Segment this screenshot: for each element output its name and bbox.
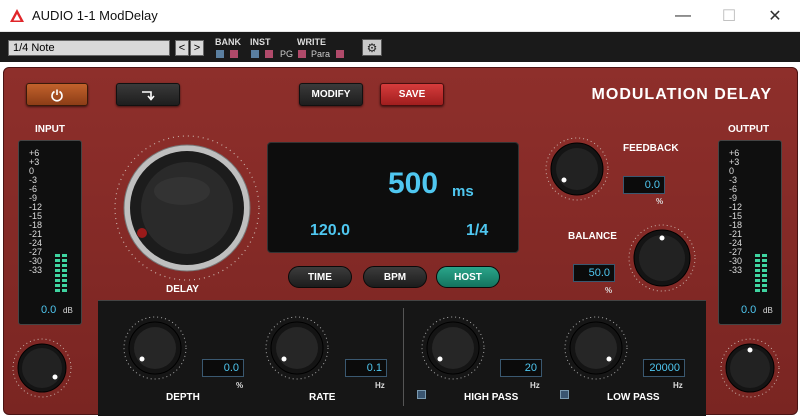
mode-host-button[interactable]: HOST [436, 266, 500, 288]
bypass-route-button[interactable] [116, 83, 180, 106]
write-toggle[interactable] [298, 50, 306, 58]
mode-bpm-button[interactable]: BPM [363, 266, 427, 288]
low-pass-value-field[interactable]: 20000 [643, 359, 685, 377]
low-pass-enable-checkbox[interactable] [560, 390, 569, 399]
output-meter-bars [755, 254, 767, 292]
inst-toggle-1[interactable] [251, 50, 259, 58]
balance-knob[interactable] [627, 223, 697, 293]
delay-time-unit: ms [452, 183, 474, 200]
bank-label: BANK [215, 37, 241, 47]
input-level-unit: dB [63, 306, 73, 315]
balance-value-field[interactable]: 50.0 [573, 264, 615, 282]
bank-toggle-2[interactable] [230, 50, 238, 58]
feedback-label: FEEDBACK [623, 143, 679, 154]
app-logo-icon [10, 9, 24, 22]
balance-label: BALANCE [568, 231, 617, 242]
settings-button[interactable]: ⚙ [362, 39, 382, 56]
high-pass-label: HIGH PASS [464, 392, 519, 403]
para-label: Para [311, 49, 331, 59]
preset-name-field[interactable]: 1/4 Note [8, 40, 170, 56]
route-arrow-icon [142, 90, 155, 101]
input-level-value: 0.0 [41, 304, 57, 316]
depth-label: DEPTH [166, 392, 200, 403]
high-pass-unit: Hz [530, 381, 540, 390]
input-label: INPUT [35, 124, 65, 135]
high-pass-value-field[interactable]: 20 [500, 359, 542, 377]
depth-knob[interactable] [122, 315, 188, 381]
gear-icon: ⚙ [366, 40, 378, 55]
note-value: 1/4 [466, 222, 489, 239]
rate-label: RATE [309, 392, 336, 403]
prev-preset-button[interactable]: < [175, 40, 189, 56]
inst-label: INST [250, 37, 271, 47]
output-meter-scale: +6 +3 0 -3 -6 -9 -12 -15 -18 -21 -24 -27 -30 -33 [729, 149, 742, 275]
delay-label: DELAY [166, 284, 199, 295]
rate-knob[interactable] [264, 315, 330, 381]
inst-toggle-2[interactable] [265, 50, 273, 58]
depth-unit: % [236, 381, 244, 390]
output-level-unit: dB [763, 306, 773, 315]
maximize-button[interactable]: ☐ [706, 0, 752, 32]
feedback-value-field[interactable]: 0.0 [623, 176, 665, 194]
pg-label: PG [280, 49, 294, 59]
high-pass-knob[interactable] [420, 315, 486, 381]
para-toggle[interactable] [336, 50, 344, 58]
delay-knob[interactable] [112, 133, 262, 283]
feedback-knob[interactable] [544, 136, 610, 202]
input-meter-bars [55, 254, 67, 292]
delay-display: 500 ms 120.0 1/4 [267, 142, 519, 253]
next-preset-button[interactable]: > [190, 40, 204, 56]
power-button[interactable] [26, 83, 88, 106]
tempo-value: 120.0 [310, 222, 351, 239]
rate-value-field[interactable]: 0.1 [345, 359, 387, 377]
power-icon [51, 89, 63, 102]
low-pass-unit: Hz [673, 381, 683, 390]
meter-tick-label: -33 [729, 265, 743, 275]
section-divider [403, 308, 404, 406]
write-label: WRITE [297, 37, 326, 47]
delay-time-value: 500 [388, 167, 439, 200]
bank-toggle-1[interactable] [216, 50, 224, 58]
low-pass-label: LOW PASS [607, 392, 660, 403]
output-level-value: 0.0 [741, 304, 757, 316]
meter-tick-label: -33 [29, 265, 43, 275]
depth-value-field[interactable]: 0.0 [202, 359, 244, 377]
output-knob[interactable] [719, 337, 781, 399]
window-titlebar: AUDIO 1-1 ModDelay — ☐ ✕ [0, 0, 800, 32]
input-knob[interactable] [11, 337, 73, 399]
plugin-panel: MODIFY SAVE MODULATION DELAY INPUT +6 +3 0… [3, 67, 798, 416]
mode-time-button[interactable]: TIME [288, 266, 352, 288]
input-meter-scale: +6 +3 0 -3 -6 -9 -12 -15 -18 -21 -24 -27 -30 -33 [29, 149, 42, 275]
host-toolbar: 1/4 Note < > BANK INST PG WRITE Para ⚙ [0, 32, 800, 62]
rate-unit: Hz [375, 381, 385, 390]
high-pass-enable-checkbox[interactable] [417, 390, 426, 399]
minimize-button[interactable]: — [660, 0, 706, 32]
low-pass-knob[interactable] [563, 315, 629, 381]
close-button[interactable]: ✕ [752, 0, 798, 32]
balance-unit: % [605, 286, 613, 295]
feedback-unit: % [656, 197, 664, 206]
output-label: OUTPUT [728, 124, 770, 135]
input-meter: +6 +3 0 -3 -6 -9 -12 -15 -18 -21 -24 -27 -30 -33 0.0 … [18, 140, 82, 325]
modify-button[interactable]: MODIFY [299, 83, 363, 106]
output-meter: +6 +3 0 -3 -6 -9 -12 -15 -18 -21 -24 -27 -30 -33 0.0 … [718, 140, 782, 325]
window-title: AUDIO 1-1 ModDelay [32, 8, 158, 23]
plugin-title: MODULATION DELAY [591, 86, 772, 103]
save-button[interactable]: SAVE [380, 83, 444, 106]
